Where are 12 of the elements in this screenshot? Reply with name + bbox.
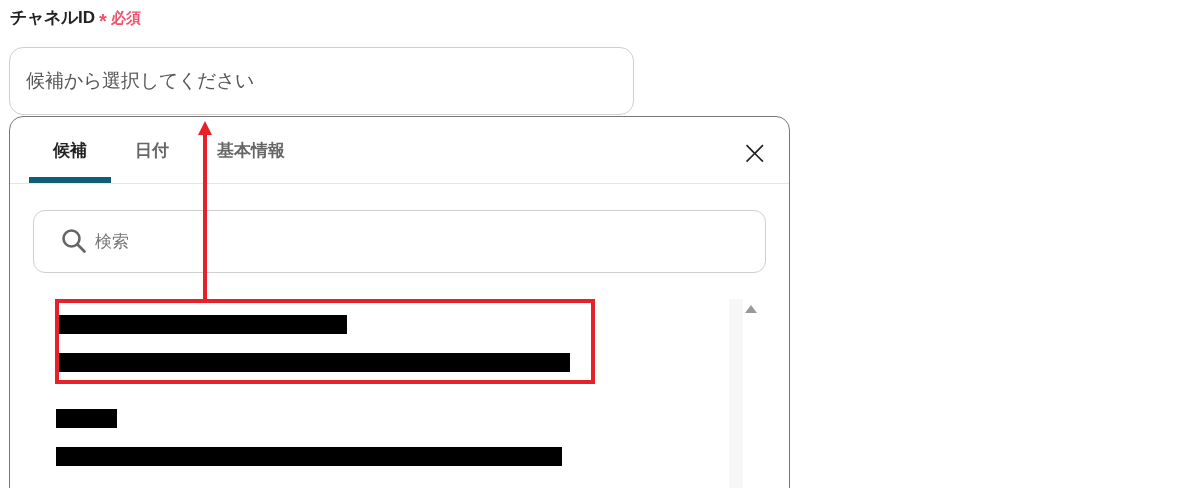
tab[interactable]: 日付 bbox=[111, 137, 193, 183]
select-field[interactable]: 候補から選択してください bbox=[9, 47, 634, 115]
search-field[interactable]: 検索 bbox=[33, 210, 766, 273]
required-mark: * bbox=[99, 11, 107, 31]
field-label: チャネルID bbox=[10, 7, 95, 30]
tab[interactable]: 候補 bbox=[29, 137, 111, 183]
scroll-up-icon[interactable] bbox=[745, 305, 757, 313]
close-button[interactable]: × bbox=[740, 135, 769, 169]
required-label: 必須 bbox=[110, 7, 141, 28]
tab[interactable]: 基本情報 bbox=[193, 137, 309, 183]
redaction-bar bbox=[56, 409, 117, 428]
search-icon bbox=[61, 228, 87, 254]
